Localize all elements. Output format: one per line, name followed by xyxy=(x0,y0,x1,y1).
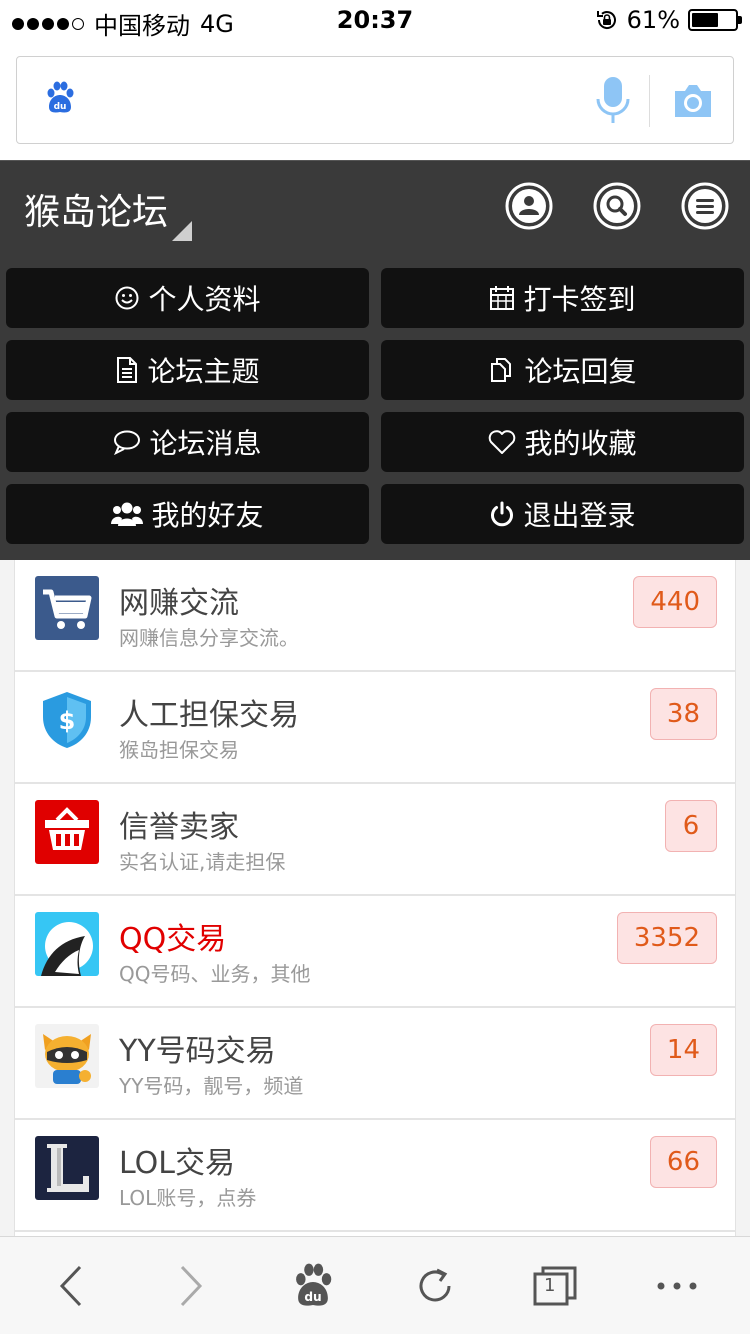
calendar-icon xyxy=(490,286,515,310)
chevron-right-icon xyxy=(180,1265,203,1307)
forum-description: LOL账号，点券 xyxy=(119,1186,257,1210)
forum-topics-button[interactable]: 论坛主题 xyxy=(6,340,369,400)
forum-row[interactable]: 信誉卖家 实名认证,请走担保 6 xyxy=(15,784,735,896)
camera-icon[interactable] xyxy=(671,81,715,121)
power-icon xyxy=(491,501,514,527)
users-icon xyxy=(111,502,144,526)
forum-title[interactable]: 猴岛论坛 xyxy=(24,183,168,235)
comment-icon xyxy=(114,430,141,455)
shop-basket-icon xyxy=(35,800,99,864)
more-button[interactable] xyxy=(652,1261,702,1311)
forum-messages-button-label: 论坛消息 xyxy=(149,427,262,460)
forum-name: LOL交易 xyxy=(119,1146,235,1181)
qq-penguin-icon xyxy=(35,912,99,976)
more-dots-icon xyxy=(657,1282,697,1290)
heart-icon xyxy=(489,430,516,454)
forum-row[interactable]: QQ交易 QQ号码、业务，其他 3352 xyxy=(15,896,735,1008)
user-profile-icon[interactable] xyxy=(504,181,554,231)
favorites-button-label: 我的收藏 xyxy=(524,427,637,460)
post-count-badge: 14 xyxy=(649,1024,717,1076)
logout-button[interactable]: 退出登录 xyxy=(381,484,744,544)
forum-description: 网赚信息分享交流。 xyxy=(119,626,299,650)
forum-name: QQ交易 xyxy=(119,922,227,957)
friends-button-label: 我的好友 xyxy=(151,499,264,532)
browser-search-bar: du xyxy=(0,40,750,160)
forum-topics-button-label: 论坛主题 xyxy=(147,355,260,388)
forum-description: 实名认证,请走担保 xyxy=(119,850,286,874)
forum-row[interactable]: 网赚交流 网赚信息分享交流。 440 xyxy=(15,560,735,672)
user-menu: 个人资料 打卡签到 论坛主题 论坛回复 论坛消息 我的收藏 我的好友 退出登录 xyxy=(0,252,750,560)
forum-replies-button-label: 论坛回复 xyxy=(524,355,637,388)
baidu-paw-icon: du xyxy=(47,81,74,113)
forum-name: 信誉卖家 xyxy=(119,810,239,845)
svg-text:du: du xyxy=(54,102,67,112)
tabs-button[interactable]: 1 xyxy=(530,1261,580,1311)
menu-icon[interactable] xyxy=(680,181,730,231)
status-bar: 中国移动 4G 20:37 61% xyxy=(0,0,750,40)
document-icon xyxy=(117,357,138,383)
post-count-badge: 6 xyxy=(665,800,717,852)
post-count-badge: 440 xyxy=(633,576,717,628)
forum-messages-button[interactable]: 论坛消息 xyxy=(6,412,369,472)
search-icon[interactable] xyxy=(592,181,642,231)
svg-text:du: du xyxy=(304,1290,321,1304)
microphone-icon[interactable] xyxy=(595,75,631,127)
baidu-home-button[interactable]: du xyxy=(288,1261,338,1311)
browser-toolbar: du 1 xyxy=(0,1236,750,1334)
forward-button[interactable] xyxy=(166,1261,216,1311)
search-box[interactable]: du xyxy=(16,56,734,144)
shield-dollar-icon: $ xyxy=(35,688,99,752)
battery-percent: 61% xyxy=(626,6,680,34)
checkin-button[interactable]: 打卡签到 xyxy=(381,268,744,328)
forum-description: QQ号码、业务，其他 xyxy=(119,962,311,986)
forum-row[interactable]: $ 人工担保交易 猴岛担保交易 38 xyxy=(15,672,735,784)
forum-name: 人工担保交易 xyxy=(119,698,299,733)
profile-button[interactable]: 个人资料 xyxy=(6,268,369,328)
rotation-lock-icon xyxy=(596,11,616,29)
friends-button[interactable]: 我的好友 xyxy=(6,484,369,544)
forum-description: YY号码，靓号，频道 xyxy=(119,1074,304,1098)
post-count-badge: 38 xyxy=(649,688,717,740)
forum-description: 猴岛担保交易 xyxy=(119,738,239,762)
logout-button-label: 退出登录 xyxy=(523,499,636,532)
refresh-button[interactable] xyxy=(410,1261,460,1311)
favorites-button[interactable]: 我的收藏 xyxy=(381,412,744,472)
profile-button-label: 个人资料 xyxy=(148,283,261,316)
chevron-left-icon xyxy=(59,1265,82,1307)
search-separator xyxy=(649,75,650,127)
forum-row[interactable]: LOL交易 LOL账号，点券 66 xyxy=(15,1120,735,1232)
forum-name: 网赚交流 xyxy=(119,586,239,621)
lol-logo-icon xyxy=(35,1136,99,1200)
forum-header: 猴岛论坛 xyxy=(0,160,750,252)
battery-icon xyxy=(688,9,742,31)
shopping-cart-icon xyxy=(35,576,99,640)
back-button[interactable] xyxy=(46,1261,96,1311)
checkin-button-label: 打卡签到 xyxy=(523,283,636,316)
post-count-badge: 3352 xyxy=(616,912,717,964)
forum-list: 网赚交流 网赚信息分享交流。 440 $ 人工担保交易 猴岛担保交易 38 信誉… xyxy=(14,560,736,1236)
status-right: 61% xyxy=(595,6,742,34)
svg-text:$: $ xyxy=(59,707,76,735)
forum-replies-button[interactable]: 论坛回复 xyxy=(381,340,744,400)
copy-icon xyxy=(491,358,512,382)
dropdown-caret-icon[interactable] xyxy=(172,221,192,241)
baidu-paw-icon: du xyxy=(296,1263,332,1306)
forum-name: YY号码交易 xyxy=(119,1034,276,1069)
refresh-icon xyxy=(419,1268,451,1302)
smile-icon xyxy=(115,286,139,310)
search-input[interactable] xyxy=(97,77,577,125)
post-count-badge: 66 xyxy=(649,1136,717,1188)
forum-row[interactable]: YY号码交易 YY号码，靓号，频道 14 xyxy=(15,1008,735,1120)
tab-count: 1 xyxy=(544,1275,556,1296)
yy-raccoon-icon xyxy=(35,1024,99,1088)
